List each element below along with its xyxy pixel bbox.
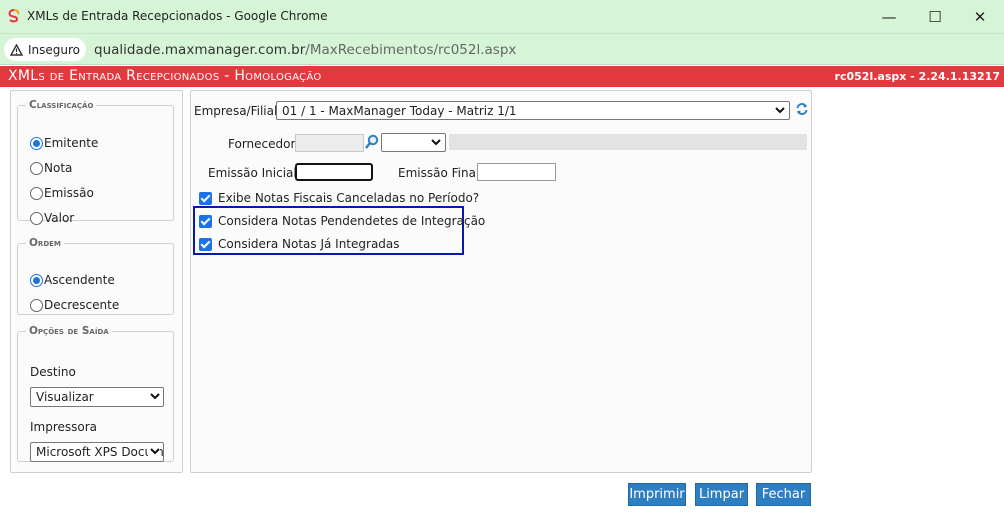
warning-icon (10, 43, 23, 56)
app-header: XMLs de Entrada Recepcionados - Homologa… (0, 66, 1004, 87)
radio-emissao-control[interactable] (30, 186, 43, 200)
radio-nota-control[interactable] (30, 161, 43, 175)
checkbox-canceladas-label: Exibe Notas Fiscais Canceladas no Períod… (218, 191, 480, 205)
app-logo-icon (8, 9, 20, 23)
checkbox-canceladas[interactable]: Exibe Notas Fiscais Canceladas no Períod… (199, 191, 479, 205)
chevron-down-icon (148, 444, 160, 461)
chevron-down-icon (431, 135, 441, 152)
url-path: /MaxRecebimentos/rc052l.aspx (305, 42, 517, 58)
maximize-button[interactable]: ☐ (915, 4, 955, 30)
radio-nota-label: Nota (44, 161, 73, 175)
destino-label: Destino (30, 365, 76, 379)
limpar-button[interactable]: Limpar (695, 483, 748, 506)
chevron-down-icon (150, 389, 160, 406)
chevron-down-icon (775, 103, 785, 120)
emissao-final-label: Emissão Final: (398, 166, 484, 180)
checkbox-pendentes-control[interactable] (199, 214, 212, 228)
radio-decrescente-control[interactable] (30, 298, 43, 312)
saida-legend: Opções de Saída (29, 325, 109, 337)
window-title: XMLs de Entrada Recepcionados - Google C… (27, 9, 328, 23)
fornecedor-label: Fornecedor: (228, 137, 300, 151)
imprimir-button[interactable]: Imprimir (628, 483, 686, 506)
address-bar: Inseguro qualidade.maxmanager.com.br/Max… (0, 34, 1004, 65)
environment-label: Homologação (234, 68, 322, 84)
refresh-icon[interactable] (795, 102, 809, 116)
checkbox-integradas-label: Considera Notas Já Integradas (218, 237, 400, 251)
radio-ascendente[interactable]: Ascendente (30, 273, 115, 287)
version-label: rc052l.aspx - 2.24.1.13217 (834, 70, 1000, 83)
ordem-group: Ordem Ascendente Decrescente (17, 237, 174, 315)
checkbox-canceladas-control[interactable] (199, 191, 212, 205)
fornecedor-select[interactable] (381, 133, 446, 152)
impressora-label: Impressora (30, 420, 98, 434)
fechar-button[interactable]: Fechar (756, 483, 811, 506)
security-indicator[interactable]: Inseguro (4, 38, 86, 61)
destino-select[interactable]: Visualizar (30, 387, 164, 407)
emissao-inicial-input[interactable] (295, 163, 373, 181)
radio-ascendente-control[interactable] (30, 273, 43, 287)
search-icon[interactable] (364, 134, 379, 150)
radio-nota[interactable]: Nota (30, 161, 72, 175)
page-title-text: XMLs de Entrada Recepcionados (8, 68, 220, 84)
radio-emissao[interactable]: Emissão (30, 186, 94, 200)
radio-decrescente[interactable]: Decrescente (30, 298, 119, 312)
url-host: qualidade.maxmanager.com.br (94, 42, 306, 58)
ordem-legend: Ordem (29, 237, 61, 249)
filter-panel: Empresa/Filial: 01 / 1 - MaxManager Toda… (190, 90, 812, 473)
empresa-value: 01 / 1 - MaxManager Today - Matriz 1/1 (282, 103, 517, 118)
checkbox-pendentes-label: Considera Notas Pendendetes de Integraçã… (218, 214, 486, 228)
close-button[interactable]: ✕ (960, 4, 1000, 30)
fornecedor-code-input[interactable] (295, 134, 364, 152)
empresa-label: Empresa/Filial: (194, 104, 282, 118)
radio-emitente-label: Emitente (44, 136, 99, 150)
radio-valor-control[interactable] (30, 211, 43, 225)
classificacao-legend: Classificação (29, 99, 94, 111)
page-title: XMLs de Entrada Recepcionados - Homologa… (8, 68, 322, 84)
fornecedor-name-display (449, 134, 807, 150)
url-field[interactable]: qualidade.maxmanager.com.br/MaxRecebimen… (94, 42, 516, 58)
browser-titlebar: XMLs de Entrada Recepcionados - Google C… (0, 0, 1004, 34)
radio-valor[interactable]: Valor (30, 211, 74, 225)
radio-emitente[interactable]: Emitente (30, 136, 98, 150)
radio-emissao-label: Emissão (44, 186, 94, 200)
empresa-select[interactable]: 01 / 1 - MaxManager Today - Matriz 1/1 (276, 101, 790, 120)
emissao-final-input[interactable] (477, 163, 556, 181)
security-label: Inseguro (28, 42, 81, 57)
saida-group: Opções de Saída Destino Visualizar Impre… (17, 325, 174, 462)
checkbox-pendentes[interactable]: Considera Notas Pendendetes de Integraçã… (199, 214, 485, 228)
classificacao-group: Classificação Emitente Nota Emissão Valo… (17, 99, 174, 225)
options-sidebar: Classificação Emitente Nota Emissão Valo… (10, 90, 183, 473)
destino-value: Visualizar (36, 390, 94, 404)
checkbox-integradas[interactable]: Considera Notas Já Integradas (199, 237, 400, 251)
page-title-separator: - (219, 68, 235, 84)
radio-emitente-control[interactable] (30, 136, 43, 150)
radio-decrescente-label: Decrescente (44, 298, 120, 312)
checkbox-integradas-control[interactable] (199, 237, 212, 251)
impressora-select[interactable]: Microsoft XPS Docum (30, 442, 164, 462)
emissao-inicial-label: Emissão Inicial: (208, 166, 301, 180)
radio-valor-label: Valor (44, 211, 75, 225)
minimize-button[interactable]: — (869, 4, 909, 30)
impressora-value: Microsoft XPS Docum (36, 445, 164, 459)
radio-ascendente-label: Ascendente (44, 273, 115, 287)
